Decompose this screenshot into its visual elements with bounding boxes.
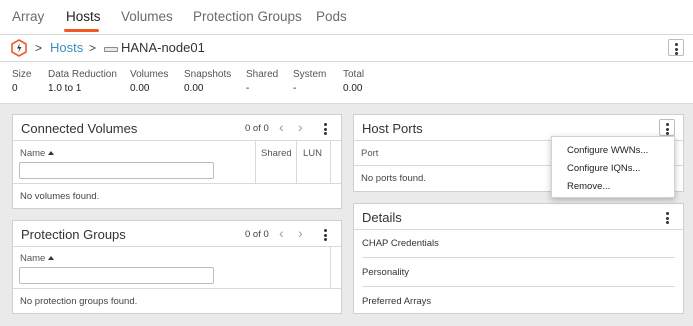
- stat-value-shared: -: [246, 83, 250, 94]
- active-tab-indicator: [64, 29, 99, 32]
- divider: [330, 246, 331, 288]
- divider: [354, 229, 683, 230]
- tab-protection-groups[interactable]: Protection Groups: [193, 9, 302, 24]
- stat-label-volumes: Volumes: [130, 69, 169, 80]
- stat-label-size: Size: [12, 69, 32, 80]
- menu-item-configure-wwns[interactable]: Configure WWNs...: [567, 145, 648, 156]
- stat-label-total: Total: [343, 69, 365, 80]
- stat-value-snapshots: 0.00: [184, 83, 204, 94]
- divider: [13, 288, 341, 289]
- breadcrumb-separator: >: [89, 41, 97, 55]
- more-vertical-icon[interactable]: [324, 229, 327, 243]
- breadcrumb: > Hosts > HANA-node01: [0, 35, 693, 62]
- menu-item-remove[interactable]: Remove...: [567, 181, 610, 192]
- stat-label-system: System: [293, 69, 327, 80]
- pager-count: 0 of 0: [245, 123, 269, 134]
- column-header-name[interactable]: Name: [20, 253, 45, 264]
- sort-ascending-icon: [48, 151, 54, 155]
- column-header-lun[interactable]: LUN: [303, 148, 322, 159]
- breadcrumb-separator: >: [35, 41, 43, 55]
- divider: [330, 140, 331, 183]
- divider: [13, 183, 341, 184]
- empty-message: No ports found.: [361, 173, 426, 184]
- details-row-personality[interactable]: Personality: [362, 267, 409, 278]
- panel-title: Connected Volumes: [21, 121, 138, 136]
- prev-page-icon[interactable]: ‹: [279, 119, 284, 135]
- divider: [362, 286, 675, 287]
- protection-groups-panel: Protection Groups 0 of 0 ‹ › Name No pro…: [12, 220, 342, 314]
- tab-array[interactable]: Array: [12, 9, 44, 24]
- divider: [13, 140, 341, 141]
- stat-value-volumes: 0.00: [130, 83, 150, 94]
- more-vertical-icon[interactable]: [324, 123, 327, 137]
- host-space-summary: Size 0 Data Reduction 1.0 to 1 Volumes 0…: [0, 62, 693, 104]
- volume-name-filter-input[interactable]: [19, 162, 214, 179]
- tab-pods[interactable]: Pods: [316, 9, 347, 24]
- stat-label-snapshots: Snapshots: [184, 69, 232, 80]
- column-header-shared[interactable]: Shared: [261, 148, 292, 159]
- details-row-preferred-arrays[interactable]: Preferred Arrays: [362, 296, 431, 307]
- stat-value-data-reduction: 1.0 to 1: [48, 83, 82, 94]
- breadcrumb-current-host: HANA-node01: [121, 40, 205, 55]
- prev-page-icon[interactable]: ‹: [279, 225, 284, 241]
- array-logo-icon[interactable]: [11, 39, 27, 57]
- tab-volumes[interactable]: Volumes: [121, 9, 173, 24]
- more-vertical-icon[interactable]: [666, 212, 669, 226]
- menu-item-configure-iqns[interactable]: Configure IQNs...: [567, 163, 640, 174]
- sort-ascending-icon: [48, 256, 54, 260]
- empty-message: No protection groups found.: [20, 296, 138, 307]
- panel-title: Details: [362, 210, 402, 225]
- divider: [296, 140, 297, 183]
- stat-value-system: -: [293, 83, 297, 94]
- stat-value-total: 0.00: [343, 83, 363, 94]
- divider: [255, 140, 256, 183]
- stat-label-shared: Shared: [246, 69, 279, 80]
- pager-count: 0 of 0: [245, 229, 269, 240]
- details-panel: Details CHAP Credentials Personality Pre…: [353, 203, 684, 314]
- host-ports-actions-button[interactable]: [659, 119, 675, 136]
- panel-title: Host Ports: [362, 121, 423, 136]
- next-page-icon[interactable]: ›: [298, 119, 303, 135]
- column-header-name[interactable]: Name: [20, 148, 45, 159]
- host-ports-menu: Configure WWNs... Configure IQNs... Remo…: [551, 136, 675, 198]
- next-page-icon[interactable]: ›: [298, 225, 303, 241]
- main-tabs: Array Hosts Volumes Protection Groups Po…: [0, 0, 693, 35]
- connected-volumes-panel: Connected Volumes 0 of 0 ‹ › Name Shared…: [12, 114, 342, 209]
- column-header-port[interactable]: Port: [361, 148, 378, 159]
- host-icon: [104, 47, 118, 52]
- more-vertical-icon: [675, 43, 678, 57]
- divider: [13, 246, 341, 247]
- tab-hosts[interactable]: Hosts: [66, 9, 101, 24]
- empty-message: No volumes found.: [20, 191, 100, 202]
- stat-label-data-reduction: Data Reduction: [48, 69, 117, 80]
- more-vertical-icon: [666, 123, 669, 137]
- protection-group-name-filter-input[interactable]: [19, 267, 214, 284]
- details-row-chap-credentials[interactable]: CHAP Credentials: [362, 238, 439, 249]
- stat-value-size: 0: [12, 83, 18, 94]
- breadcrumb-hosts-link[interactable]: Hosts: [50, 40, 83, 55]
- divider: [362, 257, 675, 258]
- panel-title: Protection Groups: [21, 227, 126, 242]
- host-actions-button[interactable]: [668, 39, 684, 56]
